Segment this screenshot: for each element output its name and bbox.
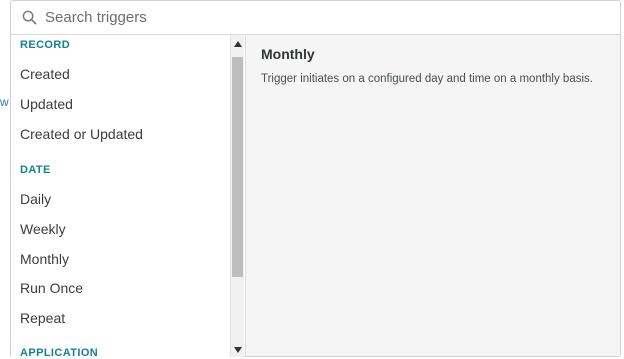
- triangle-up-icon[interactable]: [231, 37, 244, 51]
- section-header-record: RECORD: [20, 39, 71, 51]
- list-scrollbar[interactable]: [230, 35, 244, 357]
- search-bar: [11, 1, 620, 35]
- triangle-down-icon[interactable]: [231, 343, 244, 357]
- trigger-picker-page: w RECORD Created Updated Created or Upda…: [0, 0, 624, 359]
- list-item-run-once[interactable]: Run Once: [20, 280, 83, 296]
- list-item-repeat[interactable]: Repeat: [20, 310, 65, 326]
- detail-description: Trigger initiates on a configured day an…: [261, 73, 593, 85]
- search-icon: [21, 10, 37, 26]
- trigger-picker-dropdown: RECORD Created Updated Created or Update…: [10, 0, 621, 357]
- trigger-list: RECORD Created Updated Created or Update…: [11, 35, 230, 357]
- scrollbar-thumb[interactable]: [232, 57, 243, 277]
- background-text-fragment: w: [0, 95, 9, 109]
- list-item-updated[interactable]: Updated: [20, 96, 73, 112]
- list-item-daily[interactable]: Daily: [20, 191, 51, 207]
- search-input[interactable]: [45, 9, 585, 26]
- list-item-weekly[interactable]: Weekly: [20, 221, 66, 237]
- list-item-created[interactable]: Created: [20, 66, 70, 82]
- list-item-created-or-updated[interactable]: Created or Updated: [20, 126, 143, 142]
- trigger-detail-pane: Monthly Trigger initiates on a configure…: [245, 35, 620, 356]
- section-header-date: DATE: [20, 164, 51, 176]
- list-item-monthly[interactable]: Monthly: [20, 251, 69, 267]
- section-header-application: APPLICATION: [20, 347, 99, 357]
- detail-title: Monthly: [261, 46, 315, 62]
